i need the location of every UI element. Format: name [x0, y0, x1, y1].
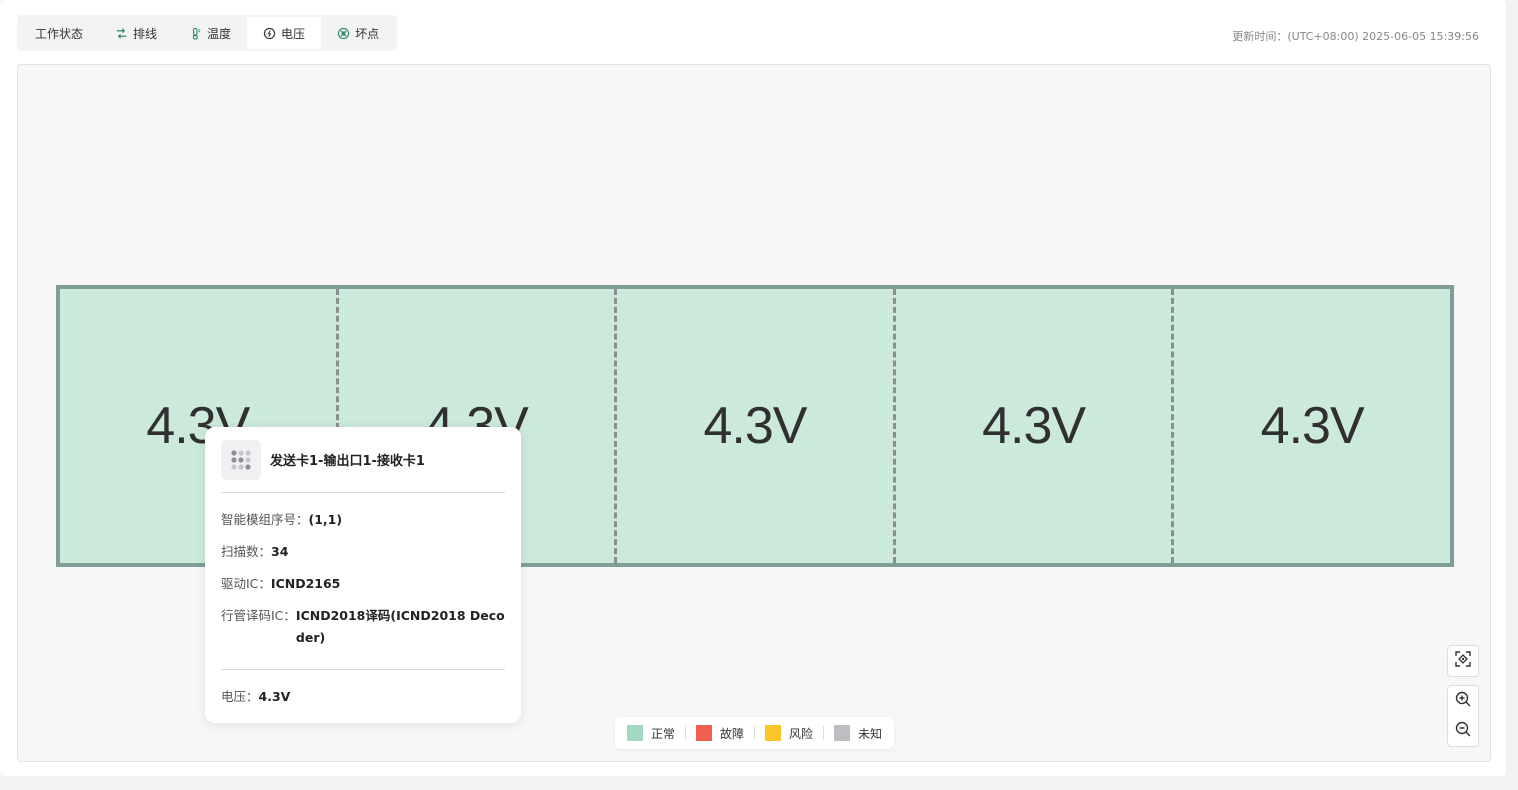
fit-view-control	[1447, 645, 1479, 677]
zoom-in-button[interactable]	[1448, 686, 1478, 716]
tooltip-row: 扫描数： 34	[221, 541, 505, 563]
zoom-control	[1447, 685, 1479, 747]
legend-item-unknown: 未知	[834, 725, 882, 742]
tab-label: 工作状态	[35, 26, 84, 41]
legend-label: 未知	[858, 726, 883, 741]
tooltip-key: 驱动IC：	[221, 576, 271, 591]
legend-item-risk: 风险	[765, 725, 813, 742]
legend-item-fault: 故障	[696, 725, 744, 742]
view-tabs: 工作状态 排线 温度 电压 坏点	[17, 15, 398, 51]
voltage-gauge-icon	[263, 27, 276, 40]
tooltip-key: 行管译码IC：	[221, 608, 296, 623]
tooltip-title: 发送卡1-输出口1-接收卡1	[270, 454, 425, 469]
module-cell[interactable]: 4.3V	[892, 289, 1172, 563]
module-voltage-label: 4.3V	[1260, 397, 1365, 455]
legend-swatch	[696, 725, 713, 741]
status-legend: 正常 故障 风险 未知	[615, 717, 895, 749]
legend-label: 正常	[651, 726, 676, 741]
tab-label: 坏点	[355, 26, 380, 41]
tooltip-details: 智能模组序号： (1,1) 扫描数： 34 驱动IC： ICND2165 行管译…	[221, 493, 505, 670]
tooltip-row: 电压： 4.3V	[221, 686, 505, 708]
module-cell[interactable]: 4.3V	[1171, 289, 1450, 563]
focus-target-icon	[1454, 650, 1472, 672]
dead-pixel-icon	[337, 27, 350, 40]
fit-view-button[interactable]	[1448, 646, 1478, 676]
tab-voltage[interactable]: 电压	[247, 17, 322, 49]
zoom-out-button[interactable]	[1448, 716, 1478, 746]
module-tooltip: 发送卡1-输出口1-接收卡1 智能模组序号： (1,1) 扫描数： 34 驱动I…	[205, 427, 521, 723]
zoom-in-icon	[1454, 690, 1472, 712]
tab-label: 排线	[133, 26, 158, 41]
module-cell[interactable]: 4.3V	[614, 289, 893, 563]
tab-label: 电压	[281, 26, 306, 41]
legend-label: 故障	[720, 726, 745, 741]
tooltip-value: ICND2165	[270, 576, 341, 591]
tooltip-value: (1,1)	[308, 512, 343, 527]
tooltip-key: 智能模组序号：	[221, 512, 309, 527]
module-canvas[interactable]: 4.3V 4.3V 4.3V 4.3V 4.3V 发送卡1-输出口1-接收卡1	[17, 64, 1491, 762]
tooltip-footer: 电压： 4.3V	[221, 670, 505, 708]
tooltip-row: 驱动IC： ICND2165	[221, 573, 505, 595]
legend-divider	[685, 726, 687, 740]
module-voltage-label: 4.3V	[703, 397, 807, 455]
legend-swatch	[627, 725, 643, 741]
tooltip-header: 发送卡1-输出口1-接收卡1	[221, 427, 505, 493]
legend-label: 风险	[789, 726, 814, 741]
legend-divider	[754, 726, 756, 740]
module-grid-icon	[221, 439, 261, 480]
tooltip-key: 扫描数：	[221, 544, 272, 559]
legend-swatch	[834, 725, 851, 741]
main-panel: 工作状态 排线 温度 电压 坏点 更新时间：(UTC+08:00) 2025-0…	[0, 0, 1506, 776]
zoom-out-icon	[1454, 720, 1472, 742]
tooltip-value: 4.3V	[258, 689, 291, 704]
tooltip-value: 34	[271, 544, 289, 559]
tooltip-key: 电压：	[221, 689, 259, 704]
tooltip-row: 智能模组序号： (1,1)	[221, 509, 505, 531]
tooltip-row: 行管译码IC： ICND2018译码(ICND2018 Decoder)	[221, 605, 505, 649]
module-voltage-label: 4.3V	[982, 397, 1086, 455]
tab-work-status[interactable]: 工作状态	[19, 17, 99, 49]
cable-icon	[115, 27, 128, 40]
tab-cable[interactable]: 排线	[99, 17, 173, 49]
update-time: 更新时间：(UTC+08:00) 2025-06-05 15:39:56	[1232, 30, 1479, 43]
legend-divider	[823, 726, 825, 740]
legend-swatch	[765, 725, 782, 741]
legend-item-normal: 正常	[627, 725, 675, 742]
thermometer-icon	[189, 27, 202, 40]
tab-dead-pixel[interactable]: 坏点	[321, 17, 395, 49]
tab-label: 温度	[207, 26, 232, 41]
tooltip-value: ICND2018译码(ICND2018 Decoder)	[295, 608, 505, 645]
tab-temperature[interactable]: 温度	[173, 17, 247, 49]
